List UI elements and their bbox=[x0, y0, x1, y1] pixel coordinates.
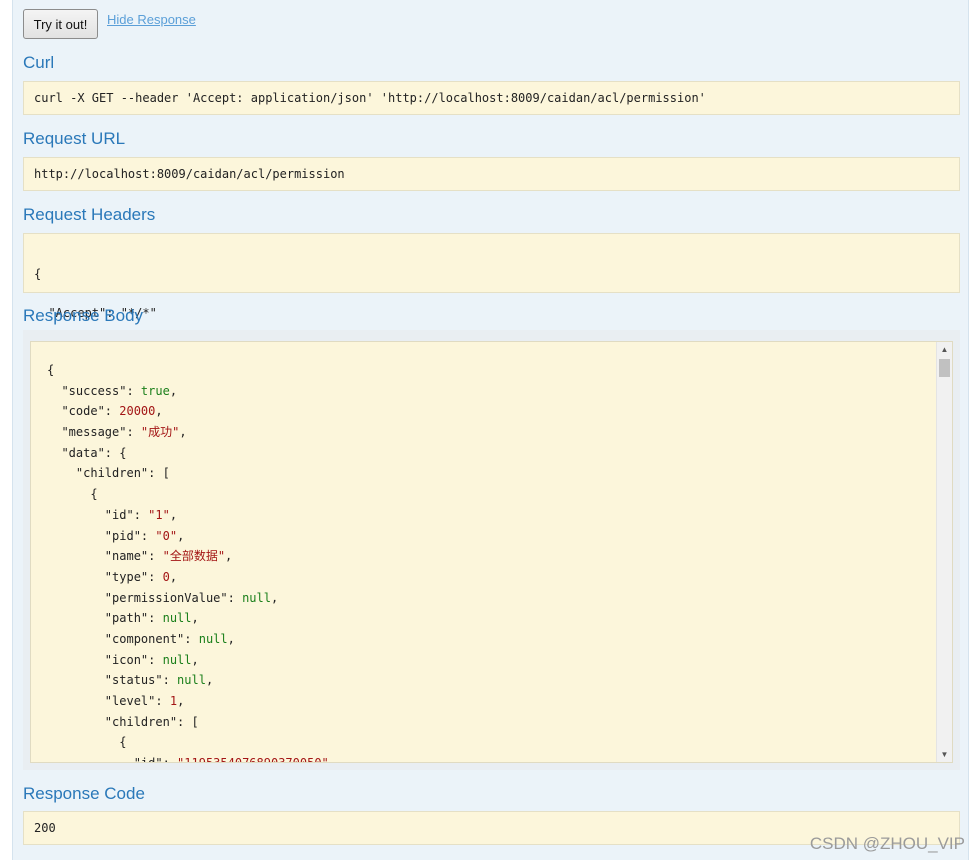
json-token: null bbox=[162, 652, 192, 667]
json-token: "status": bbox=[47, 673, 178, 688]
response-code-heading: Response Code bbox=[23, 784, 145, 803]
response-body-line: "children": [ bbox=[47, 463, 932, 484]
json-token: "level": bbox=[47, 694, 170, 708]
response-body-line: "data": { bbox=[47, 443, 932, 464]
json-token: "success": bbox=[47, 383, 141, 398]
json-token: "component": bbox=[47, 631, 199, 646]
request-url-box: http://localhost:8009/caidan/acl/permiss… bbox=[23, 157, 960, 191]
response-body-line: { bbox=[47, 360, 932, 381]
response-body-line: "message": "成功", bbox=[47, 422, 932, 443]
json-token: , bbox=[270, 590, 279, 605]
json-token: { bbox=[47, 735, 127, 750]
json-token: , bbox=[177, 694, 185, 708]
json-token: 20000 bbox=[119, 404, 156, 419]
json-token: "message": bbox=[47, 425, 141, 440]
json-token: "code": bbox=[47, 404, 120, 419]
response-body-box[interactable]: { "success": true, "code": 20000, "messa… bbox=[30, 341, 953, 763]
json-token: "icon": bbox=[47, 652, 163, 667]
json-token: , bbox=[205, 673, 214, 688]
request-headers-box: { "Accept": "*/*" } bbox=[23, 233, 960, 359]
response-body-line: "status": null, bbox=[47, 670, 932, 691]
csdn-watermark: CSDN @ZHOU_VIP bbox=[809, 834, 965, 853]
scrollbar-thumb[interactable] bbox=[939, 359, 950, 377]
json-token: "name": bbox=[47, 549, 163, 564]
json-token: "data": { bbox=[47, 445, 127, 460]
json-token: , bbox=[225, 549, 233, 564]
json-token: "id": bbox=[47, 507, 149, 522]
json-token: "children": [ bbox=[47, 466, 170, 481]
response-body-container: { "success": true, "code": 20000, "messa… bbox=[23, 330, 960, 770]
response-body-line: "level": 1, bbox=[47, 691, 932, 712]
response-body-line: "component": null, bbox=[47, 629, 932, 650]
json-token: "成功" bbox=[140, 425, 180, 440]
scroll-down-arrow-icon[interactable]: ▼ bbox=[937, 747, 952, 762]
json-token: "children": [ bbox=[47, 714, 199, 729]
response-body-line: "pid": "0", bbox=[47, 526, 932, 547]
json-token: "permissionValue": bbox=[47, 590, 243, 605]
json-token: "全部数据" bbox=[162, 549, 226, 564]
json-token: , bbox=[191, 652, 199, 667]
request-headers-line: "Accept": "*/*" bbox=[34, 306, 157, 320]
curl-command-box: curl -X GET --header 'Accept: applicatio… bbox=[23, 81, 960, 115]
response-body-line: "name": "全部数据", bbox=[47, 546, 932, 567]
request-headers-heading: Request Headers bbox=[23, 205, 156, 224]
try-it-out-button[interactable]: Try it out! bbox=[23, 9, 98, 39]
response-body-line: "type": 0, bbox=[47, 567, 932, 588]
response-body-heading: Response Body bbox=[23, 306, 144, 325]
json-token: "pid": bbox=[47, 528, 156, 543]
json-token: "1" bbox=[148, 507, 170, 522]
response-body-line: "id": "1195354076890370050", bbox=[47, 753, 932, 762]
response-body-line: { bbox=[47, 732, 932, 753]
json-token: "type": bbox=[47, 569, 163, 584]
json-token: { bbox=[47, 487, 98, 502]
json-token: "0" bbox=[155, 528, 178, 543]
json-token: , bbox=[169, 569, 178, 584]
json-token: 0 bbox=[162, 569, 170, 584]
json-token: , bbox=[227, 631, 235, 646]
json-token: { bbox=[47, 363, 55, 377]
response-body-line: "permissionValue": null, bbox=[47, 588, 932, 609]
json-token: null bbox=[177, 673, 206, 688]
json-token: true bbox=[140, 383, 170, 398]
curl-heading: Curl bbox=[23, 53, 55, 72]
scroll-up-arrow-icon[interactable]: ▲ bbox=[937, 342, 952, 357]
response-panel: Try it out! Hide Response Curl curl -X G… bbox=[12, 0, 969, 860]
response-body-line: { bbox=[47, 484, 932, 505]
response-body-code: { "success": true, "code": 20000, "messa… bbox=[47, 360, 932, 762]
json-token: null bbox=[242, 590, 271, 605]
response-body-line: "id": "1", bbox=[47, 505, 932, 526]
json-token: , bbox=[329, 756, 336, 762]
json-token: , bbox=[169, 383, 178, 398]
json-token: 1 bbox=[169, 694, 178, 708]
json-token: null bbox=[198, 631, 228, 646]
response-body-line: "icon": null, bbox=[47, 650, 932, 671]
json-token: "id": bbox=[47, 756, 177, 762]
response-body-line: "success": true, bbox=[47, 381, 932, 402]
json-token: , bbox=[169, 507, 178, 522]
request-headers-line: { bbox=[34, 267, 42, 281]
json-token: "path": bbox=[47, 611, 163, 626]
hide-response-link[interactable]: Hide Response bbox=[107, 12, 196, 27]
json-token: , bbox=[179, 425, 187, 440]
request-url-heading: Request URL bbox=[23, 129, 126, 148]
json-token: "1195354076890370050" bbox=[177, 756, 329, 762]
response-body-scrollbar[interactable]: ▲ ▼ bbox=[936, 342, 952, 762]
response-body-line: "path": null, bbox=[47, 608, 932, 629]
json-token: , bbox=[177, 528, 185, 543]
response-body-line: "children": [ bbox=[47, 712, 932, 733]
json-token: , bbox=[191, 611, 199, 626]
json-token: , bbox=[155, 404, 163, 419]
response-body-line: "code": 20000, bbox=[47, 401, 932, 422]
json-token: null bbox=[162, 611, 192, 626]
